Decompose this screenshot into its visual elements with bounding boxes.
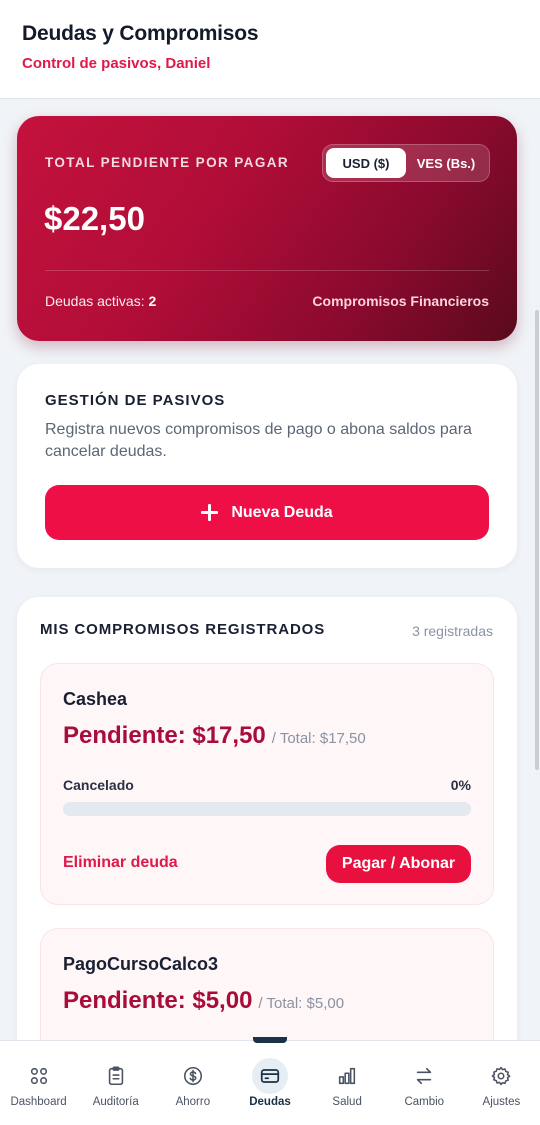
nav-item-label: Ahorro — [175, 1096, 211, 1108]
nav-item-ajustes[interactable]: Ajustes — [463, 1041, 540, 1125]
liabilities-management-description: Registra nuevos compromisos de pago o ab… — [45, 421, 472, 460]
delete-debt-link[interactable]: Eliminar deuda — [63, 854, 178, 872]
total-pending-label: TOTAL PENDIENTE POR PAGAR — [45, 155, 290, 170]
debt-name: PagoCursoCalco3 — [63, 954, 219, 974]
nav-item-salud[interactable]: Salud — [309, 1041, 386, 1125]
page-title: Deudas y Compromisos — [22, 22, 259, 45]
debt-progress-percent: 0% — [450, 777, 471, 793]
bottom-nav: Dashboard Auditoría Ahorro Deudas Salud … — [0, 1037, 540, 1125]
debt-progress-bar — [63, 802, 471, 816]
active-debts-count: 2 — [148, 293, 157, 309]
new-debt-button-label: Nueva Deuda — [231, 503, 333, 521]
pay-debt-button[interactable]: Pagar / Abonar — [326, 845, 471, 883]
bar-chart-icon — [339, 1067, 356, 1085]
currency-usd-option[interactable]: USD ($) — [326, 148, 406, 178]
total-pending-amount: $22,50 — [44, 200, 145, 237]
nav-item-label: Salud — [332, 1096, 362, 1108]
new-debt-button[interactable]: Nueva Deuda — [45, 485, 489, 540]
dollar-circle-icon — [183, 1066, 202, 1086]
debt-progress-label: Cancelado — [63, 777, 134, 793]
debt-pending-amount: Pendiente: $5,00 / Total: $5,00 — [63, 987, 344, 1015]
nav-item-cambio[interactable]: Cambio — [386, 1041, 463, 1125]
liabilities-management-card: GESTIÓN DE PASIVOS Registra nuevos compr… — [17, 364, 517, 568]
currency-toggle: USD ($) VES (Bs.) — [322, 144, 490, 182]
currency-ves-option[interactable]: VES (Bs.) — [406, 148, 486, 178]
nav-item-ahorro[interactable]: Ahorro — [154, 1041, 231, 1125]
debt-total: / Total: $17,50 — [271, 730, 366, 747]
nav-item-label: Cambio — [404, 1096, 445, 1108]
page-subtitle: Control de pasivos, Daniel — [22, 55, 211, 72]
active-debts-text: Deudas activas: 2 — [45, 293, 156, 309]
grid-icon — [30, 1067, 47, 1085]
commitments-count: 3 registradas — [412, 623, 493, 639]
commitments-list-card: MIS COMPROMISOS REGISTRADOS 3 registrada… — [17, 597, 517, 1097]
swap-arrows-icon — [417, 1067, 432, 1085]
nav-item-label: Dashboard — [10, 1096, 67, 1108]
financial-commitments-tag: Compromisos Financieros — [312, 293, 489, 309]
nav-item-auditoria[interactable]: Auditoría — [77, 1041, 154, 1125]
debt-pending-text: Pendiente: $5,00 — [63, 987, 253, 1014]
clipboard-icon — [108, 1066, 123, 1086]
active-tab-indicator — [252, 1037, 287, 1043]
total-pending-card: TOTAL PENDIENTE POR PAGAR USD ($) VES (B… — [17, 116, 517, 341]
gear-icon — [492, 1066, 511, 1086]
page-header: Deudas y Compromisos Control de pasivos,… — [0, 0, 540, 99]
nav-item-label: Deudas — [249, 1096, 291, 1108]
liabilities-management-title: GESTIÓN DE PASIVOS — [45, 392, 226, 409]
scrollbar[interactable] — [535, 310, 539, 770]
card-icon — [260, 1069, 280, 1083]
nav-item-label: Auditoría — [92, 1096, 139, 1108]
active-icon-bubble — [251, 1058, 288, 1094]
debt-total: / Total: $5,00 — [258, 995, 345, 1012]
debt-pending-text: Pendiente: $17,50 — [63, 722, 266, 749]
debt-item: Cashea Pendiente: $17,50/ Total: $17,50 … — [40, 663, 494, 905]
nav-item-dashboard[interactable]: Dashboard — [0, 1041, 77, 1125]
nav-item-label: Ajustes — [482, 1096, 521, 1108]
hero-divider — [45, 270, 489, 271]
debt-pending-amount: Pendiente: $17,50 / Total: $17,50 — [63, 722, 366, 750]
debt-name: Cashea — [63, 689, 128, 709]
plus-icon — [201, 504, 219, 521]
active-debts-label: Deudas activas: — [45, 293, 145, 309]
nav-item-deudas[interactable]: Deudas — [231, 1037, 308, 1125]
